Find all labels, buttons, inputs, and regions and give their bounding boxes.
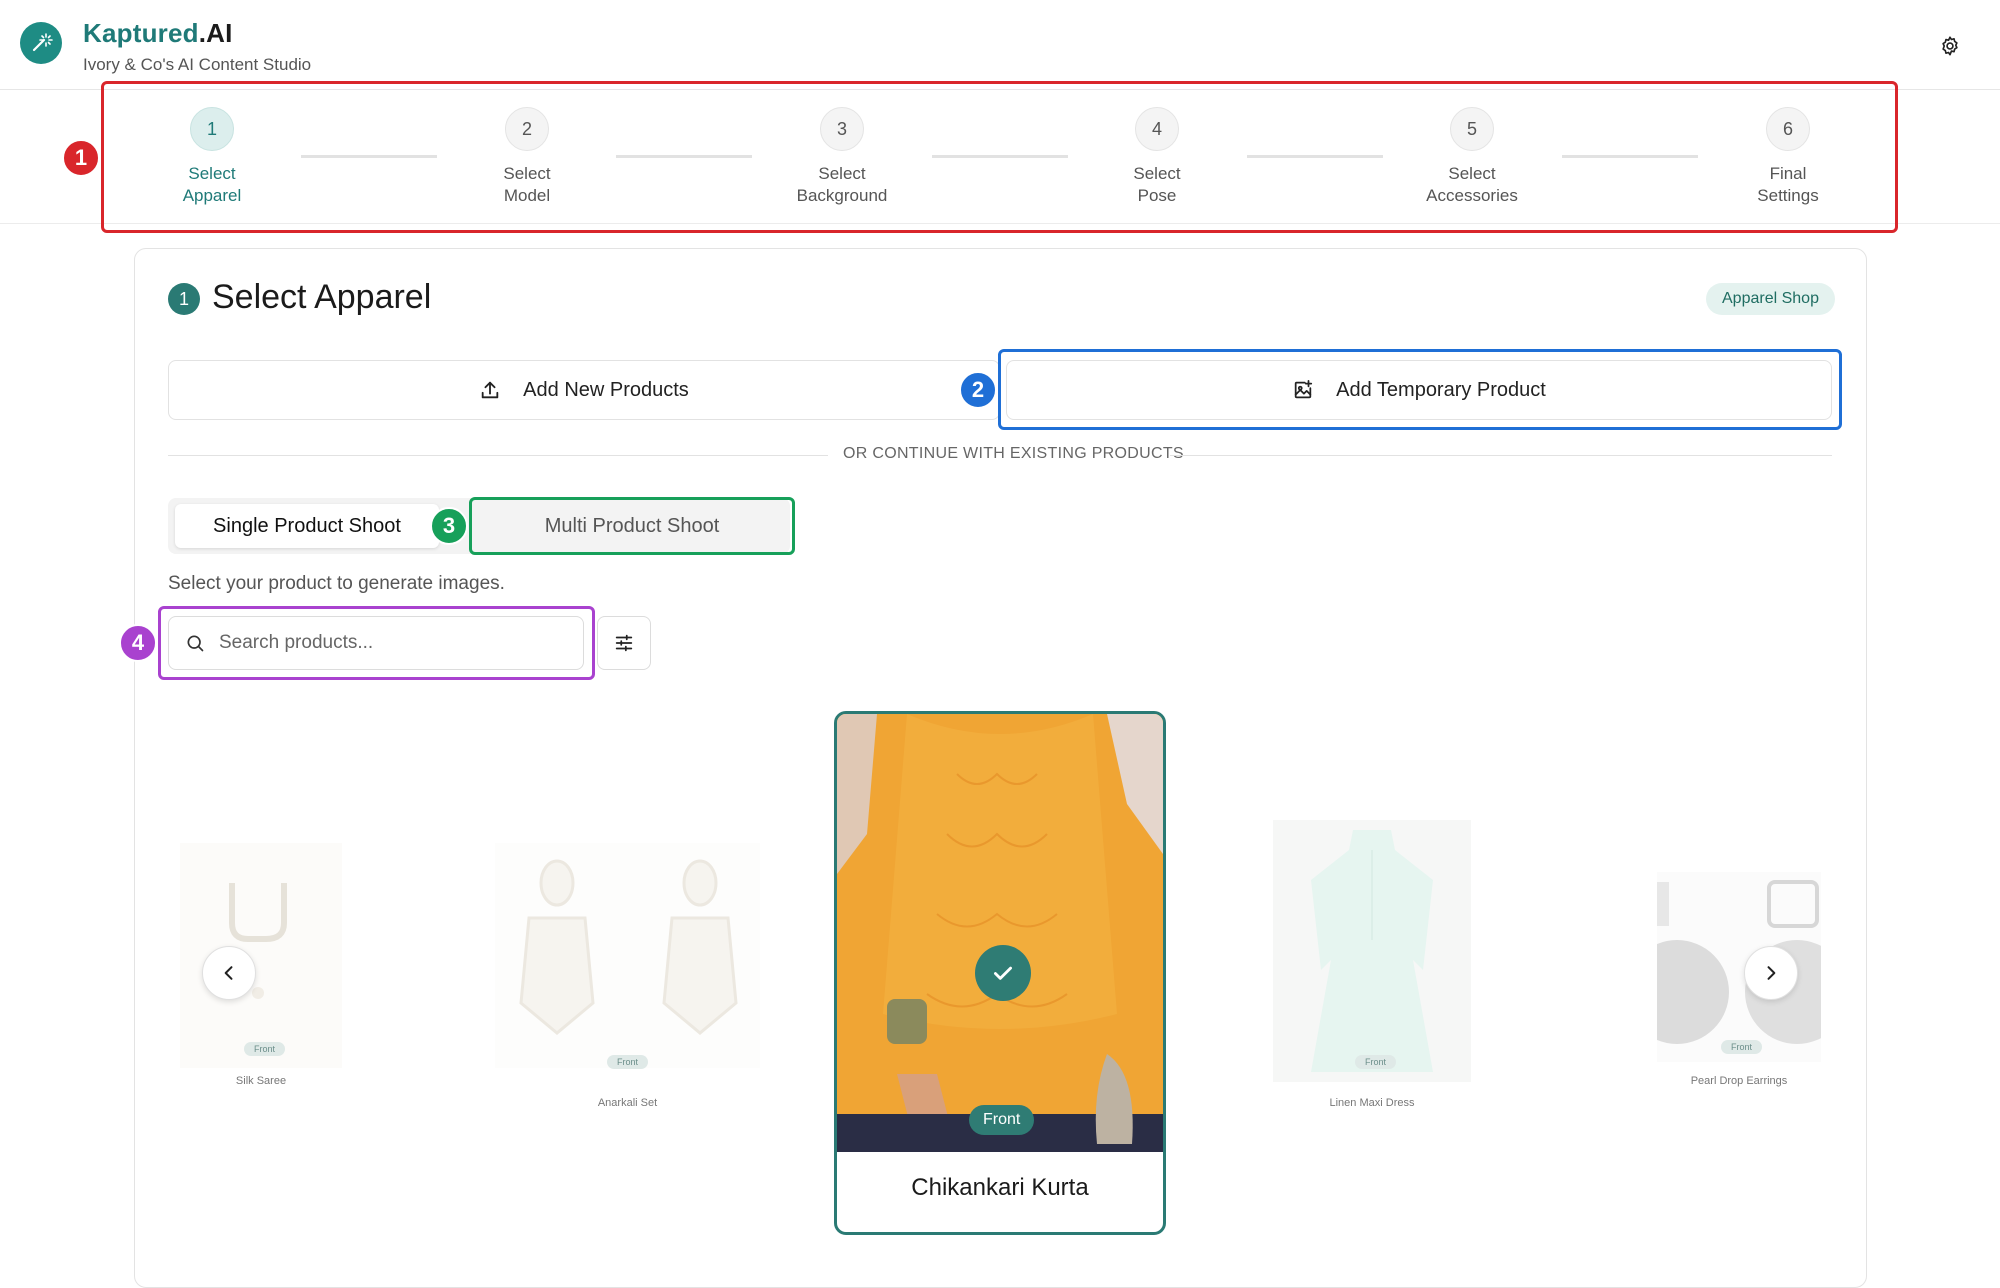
brand-subtitle: Ivory & Co's AI Content Studio [83, 55, 312, 74]
annotation-badge: 3 [430, 507, 468, 545]
annotation-box-stepper [101, 81, 1898, 233]
page-title: Select Apparel [212, 278, 432, 316]
single-product-shoot-tab[interactable]: Single Product Shoot [175, 504, 439, 548]
divider-text: OR CONTINUE WITH EXISTING PRODUCTS [843, 445, 1184, 462]
sliders-icon [615, 634, 633, 652]
selected-check [975, 945, 1031, 1001]
product-name: Pearl Drop Earrings [1690, 1075, 1788, 1087]
chevron-right-icon [1767, 966, 1776, 980]
product-image [180, 843, 342, 1068]
annotation-box-multi-shoot [469, 497, 795, 555]
chevron-left-icon [224, 966, 233, 980]
product-image: Front [837, 714, 1163, 1152]
kurta-illustration [837, 714, 1163, 1152]
magic-wand-icon [32, 33, 53, 52]
product-card-chikankari-kurta[interactable]: Front Chikankari Kurta [834, 711, 1166, 1235]
annotation-box-search [158, 606, 595, 680]
settings-button[interactable] [1935, 31, 1965, 61]
product-badge: Front [244, 1042, 286, 1056]
annotation-box-temp-product [998, 349, 1842, 430]
product-badge: Front [607, 1055, 649, 1069]
annotation-badge: 1 [62, 139, 100, 177]
product-name: Linen Maxi Dress [1329, 1097, 1415, 1109]
carousel-prev-button[interactable] [202, 946, 256, 1000]
app-header [0, 0, 2000, 90]
product-image [1273, 820, 1471, 1082]
app-logo[interactable] [20, 22, 62, 64]
product-card-anarkali-set[interactable] [495, 843, 760, 1068]
product-badge: Front [1721, 1040, 1763, 1054]
product-card-silk-saree[interactable] [180, 843, 342, 1068]
product-name: Anarkali Set [597, 1097, 658, 1109]
product-name: Chikankari Kurta [911, 1174, 1089, 1201]
section-number: 1 [168, 283, 200, 315]
brand-name: Kaptured.AI [83, 18, 233, 48]
product-card-linen-maxi-dress[interactable] [1273, 820, 1471, 1082]
product-name: Silk Saree [235, 1075, 287, 1087]
upload-icon [481, 381, 499, 399]
divider-left [168, 455, 828, 456]
annotation-badge: 2 [959, 371, 997, 409]
add-new-products-label: Add New Products [523, 378, 689, 401]
annotation-badge: 4 [119, 624, 157, 662]
product-badge: Front [1355, 1055, 1397, 1069]
check-icon [994, 966, 1012, 980]
instruction-text: Select your product to generate images. [168, 573, 505, 594]
filter-button[interactable] [597, 616, 651, 670]
view-badge: Front [969, 1105, 1035, 1135]
gear-icon [1942, 36, 1958, 56]
carousel-next-button[interactable] [1744, 946, 1798, 1000]
shop-tag: Apparel Shop [1706, 283, 1835, 315]
add-new-products-button[interactable]: Add New Products [168, 360, 1000, 420]
product-image [495, 843, 760, 1068]
divider-right [1170, 455, 1832, 456]
